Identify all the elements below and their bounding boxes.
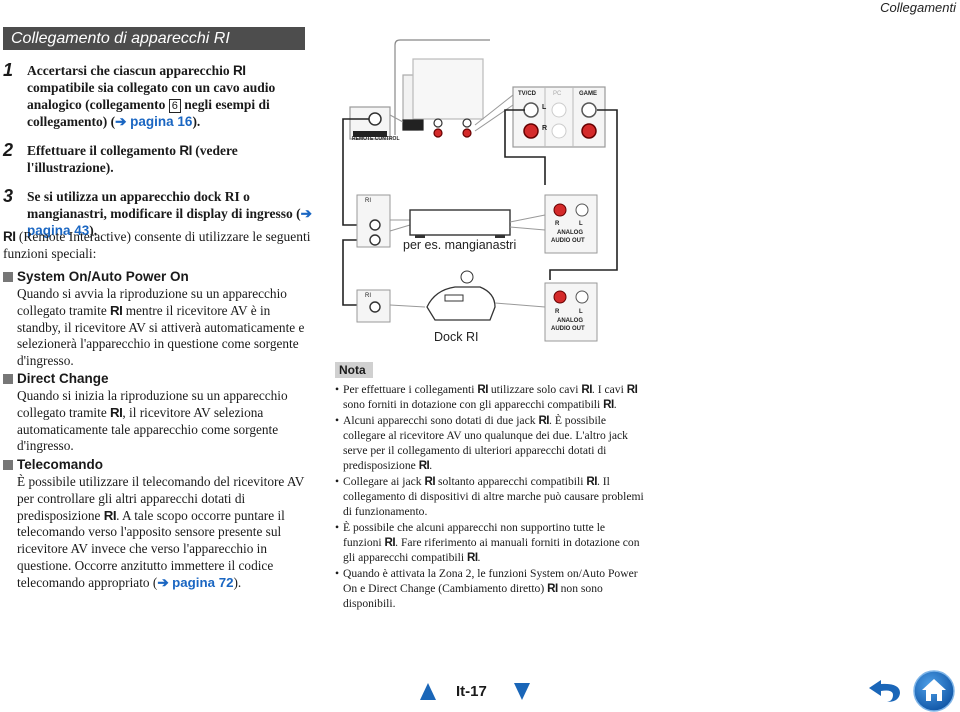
device2-label: Dock RI [434,330,479,344]
ri-logo-icon: RI [424,475,436,488]
ri-logo-icon: RI [232,63,246,78]
dock-device [426,270,546,321]
square-bullet-icon [3,271,13,282]
page-number: It-17 [456,683,487,700]
steps-list: 1 Accertarsi che ciascun apparecchio RI … [3,60,313,251]
ri-logo-icon: RI [581,383,592,396]
ri-logo-icon: RI [179,143,192,158]
analog-out-line1: ANALOG [557,230,583,236]
ri-jack-label: RI [365,293,371,299]
feature-heading: System On/Auto Power On [17,269,189,284]
step-2: 2 Effettuare il collegamento RI (vedere … [3,140,238,175]
feature-heading: Direct Change [17,371,109,386]
home-button[interactable] [913,670,955,712]
page-link[interactable]: ➔ pagina 72 [157,575,233,590]
feature-body: È possibile utilizzare il telecomando de… [17,474,305,590]
analog-out-r-label: R [555,221,560,227]
ri-logo-icon: RI [466,551,478,564]
home-icon [913,670,955,712]
ri-logo-icon: RI [384,536,396,549]
jack-label-r: R [542,125,548,132]
feature-heading: Telecomando [17,457,104,472]
device1-label: per es. mangianastri [403,238,517,252]
cassette-deck-device [409,209,546,238]
feature-system-on: System On/Auto Power On Quando si avvia … [3,268,313,370]
jack-label-game: GAME [579,91,597,97]
remote-control-label: REMOTE CONTROL [352,136,400,142]
ri-logo-icon: RI [586,475,597,488]
nota-item: Alcuni apparecchi sono dotati di due jac… [335,413,645,473]
analog-out-line1: ANALOG [557,318,583,324]
ri-logo-icon: RI [538,414,550,427]
diagram-svg [342,39,618,342]
square-bullet-icon [3,373,13,384]
analog-out-callout-2 [544,282,598,342]
intro-paragraph: RI (Remote Interactive) consente di util… [3,229,311,261]
previous-page-arrow-icon[interactable] [420,683,436,700]
analog-out-l-label: L [579,221,583,227]
ri-logo-icon: RI [103,507,117,523]
nota-item: Per effettuare i collegamenti RI utilizz… [335,382,645,412]
feature-body: Quando si inizia la riproduzione su un a… [17,388,288,454]
jack-label-l: L [542,104,547,111]
next-page-arrow-icon[interactable] [514,683,530,700]
ri-logo-icon: RI [547,582,558,595]
jack-label-pc: PC [553,91,562,97]
step-number: 2 [3,140,14,160]
feature-telecomando: Telecomando È possibile utilizzare il te… [3,456,313,592]
back-arrow-icon [869,680,900,702]
step-number: 3 [3,186,14,206]
back-button[interactable] [867,674,907,704]
square-bullet-icon [3,459,13,470]
nota-list: Per effettuare i collegamenti RI utilizz… [335,382,645,612]
analog-out-line2: AUDIO OUT [551,326,585,332]
nota-badge: Nota [335,362,373,378]
ri-logo-icon: RI [110,302,123,318]
connection-number-badge: 6 [168,99,181,113]
av-receiver-rear-panel [394,39,490,138]
ri-logo-icon: RI [603,398,614,411]
nota-item: Quando è attivata la Zona 2, le funzioni… [335,566,645,611]
ri-logo-icon: RI [477,383,488,396]
analog-out-l-label: L [579,309,583,315]
step-1: 1 Accertarsi che ciascun apparecchio RI … [3,60,276,129]
ri-logo-icon: RI [110,404,123,420]
analog-out-callout-1 [544,194,598,254]
section-title: Collegamento di apparecchi RI [3,27,305,50]
nota-item: È possibile che alcuni apparecchi non su… [335,520,645,565]
ri-logo-icon: RI [418,459,430,472]
analog-out-r-label: R [555,309,560,315]
analog-out-line2: AUDIO OUT [551,238,585,244]
ri-jack-label: RI [365,198,371,204]
ri-logo-icon: RI [3,229,16,244]
connection-diagram: REMOTE CONTROL TV/CD PC GAME L R RI RI R… [335,35,625,355]
nota-item: Collegare ai jack RI soltanto apparecchi… [335,474,645,519]
ri-logo-icon: RI [626,383,638,396]
feature-body: Quando si avvia la riproduzione su un ap… [17,286,305,369]
step-number: 1 [3,60,14,80]
page-link[interactable]: ➔ pagina 16 [115,114,192,129]
jack-label-tvcd: TV/CD [518,91,536,97]
chapter-title: Collegamenti [880,0,956,15]
feature-direct-change: Direct Change Quando si inizia la riprod… [3,370,313,455]
